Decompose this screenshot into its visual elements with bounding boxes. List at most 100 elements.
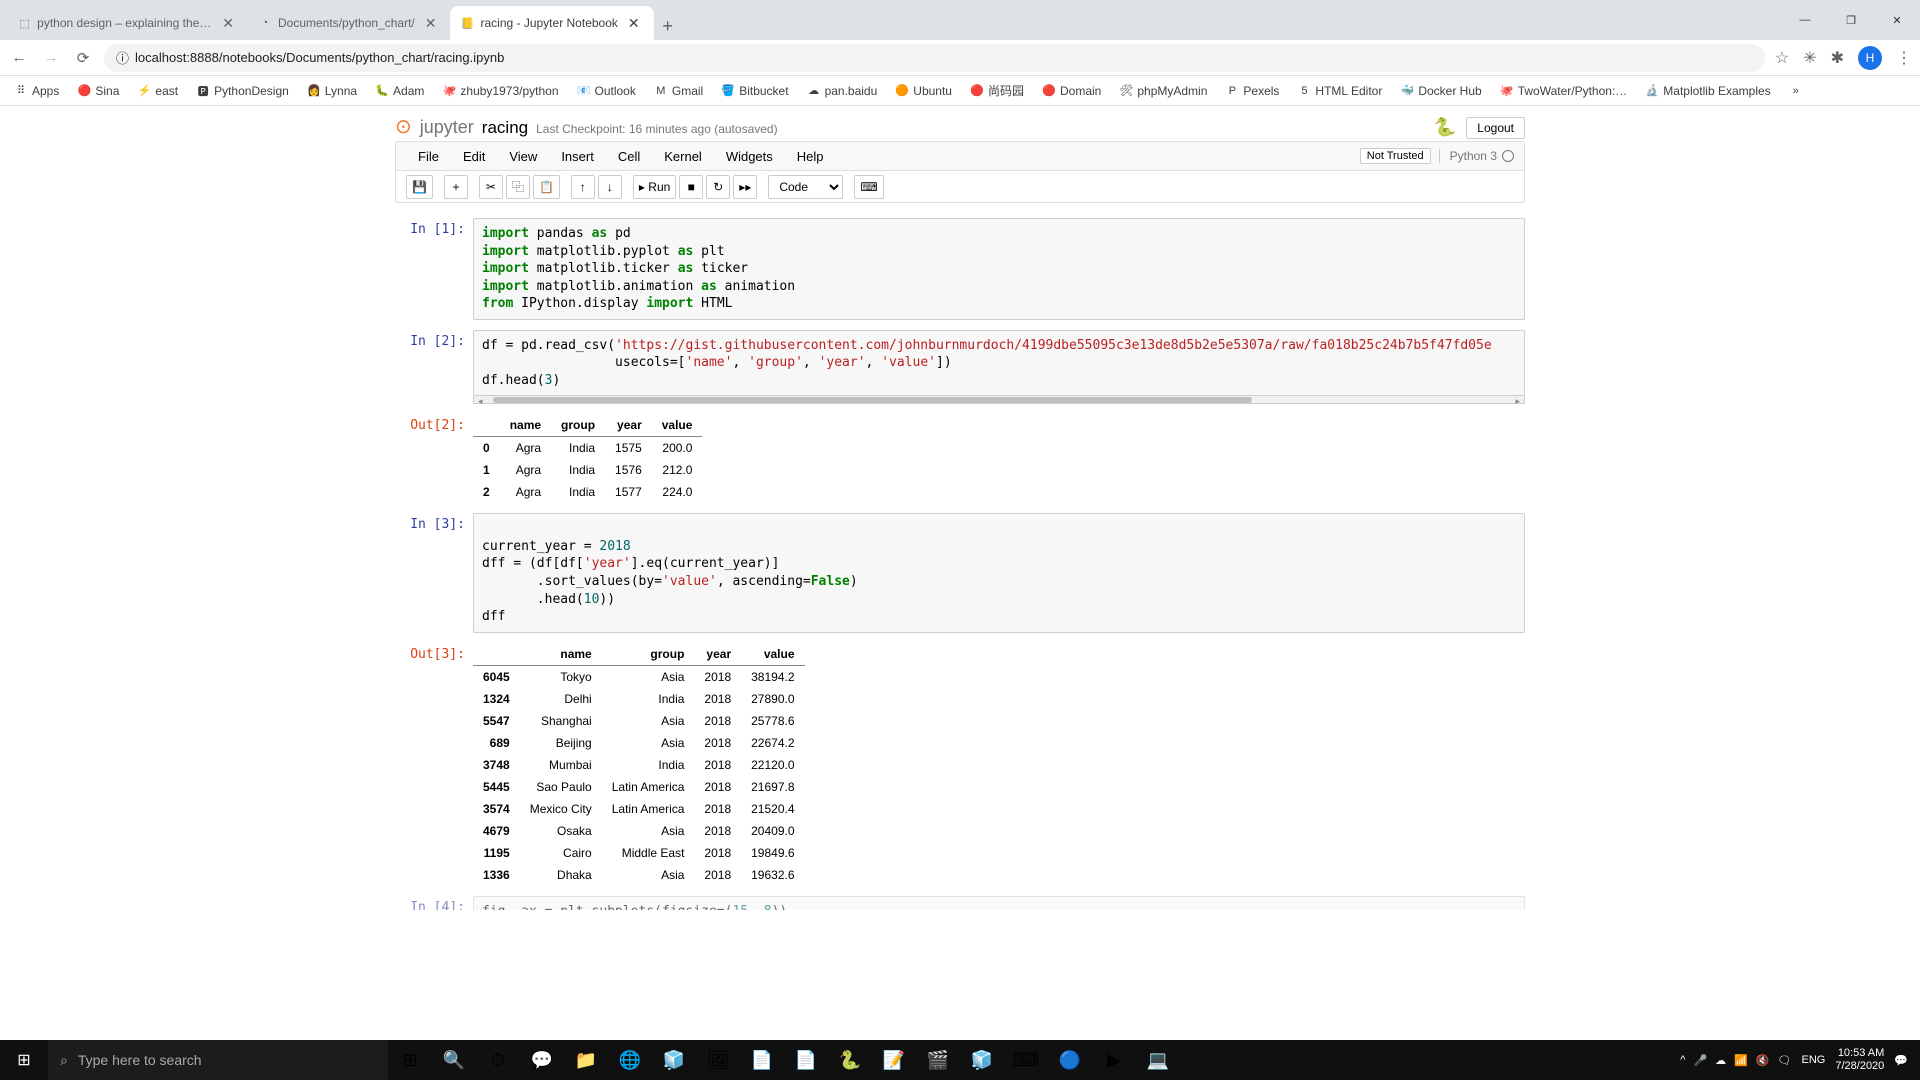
code-input[interactable]: import pandas as pd import matplotlib.py… <box>473 218 1525 320</box>
taskbar-app-icon[interactable]: 🐍 <box>828 1040 872 1080</box>
menu-widgets[interactable]: Widgets <box>714 145 785 168</box>
extension-icon[interactable]: ✱ <box>1831 48 1844 68</box>
taskbar-app-icon[interactable]: 🔵 <box>1048 1040 1092 1080</box>
bookmark-item[interactable]: 🟠Ubuntu <box>889 82 958 100</box>
menu-view[interactable]: View <box>497 145 549 168</box>
cell-2[interactable]: In [2]: df = pd.read_csv('https://gist.g… <box>395 330 1525 405</box>
window-close-button[interactable]: ✕ <box>1874 0 1920 40</box>
stop-button[interactable]: ■ <box>679 175 703 199</box>
notifications-icon[interactable]: 💬 <box>1894 1054 1908 1067</box>
forward-button[interactable]: → <box>40 49 62 66</box>
menu-file[interactable]: File <box>406 145 451 168</box>
trust-button[interactable]: Not Trusted <box>1360 148 1431 164</box>
taskbar-app-icon[interactable]: 🖼 <box>696 1040 740 1080</box>
bookmark-star-icon[interactable]: ☆ <box>1775 48 1789 68</box>
menu-cell[interactable]: Cell <box>606 145 652 168</box>
tray-icon[interactable]: ^ <box>1680 1054 1685 1067</box>
cell-1[interactable]: In [1]: import pandas as pd import matpl… <box>395 218 1525 320</box>
bookmark-item[interactable]: 🪣Bitbucket <box>715 82 794 100</box>
browser-tab-0[interactable]: ⬚ python design – explaining the w… ✕ <box>8 6 248 40</box>
taskbar-app-icon[interactable]: 📄 <box>740 1040 784 1080</box>
kernel-name[interactable]: Python 3 <box>1450 149 1497 163</box>
restart-button[interactable]: ↻ <box>706 175 730 199</box>
taskbar-app-icon[interactable]: 📝 <box>872 1040 916 1080</box>
taskbar-search[interactable]: ⌕ Type here to search <box>48 1040 388 1080</box>
menu-help[interactable]: Help <box>785 145 836 168</box>
taskbar-app-icon[interactable]: 🧊 <box>960 1040 1004 1080</box>
minimize-button[interactable]: — <box>1782 0 1828 40</box>
bookmark-item[interactable]: 🐳Docker Hub <box>1394 82 1487 100</box>
bookmark-item[interactable]: 🔴尚码园 <box>964 80 1030 101</box>
move-down-button[interactable]: ↓ <box>598 175 622 199</box>
notebook-title[interactable]: racing <box>482 118 528 138</box>
bookmark-item[interactable]: ☁pan.baidu <box>801 82 884 100</box>
back-button[interactable]: ← <box>8 49 30 66</box>
cell-3[interactable]: In [3]: current_year = 2018 dff = (df[df… <box>395 513 1525 632</box>
add-cell-button[interactable]: + <box>444 175 468 199</box>
bookmark-item[interactable]: MGmail <box>648 82 709 100</box>
extension-icon[interactable]: ✳ <box>1803 48 1816 68</box>
taskbar-app-icon[interactable]: 💬 <box>520 1040 564 1080</box>
maximize-button[interactable]: ❐ <box>1828 0 1874 40</box>
reload-button[interactable]: ⟳ <box>72 49 94 67</box>
bookmark-item[interactable]: » <box>1783 82 1813 100</box>
taskbar-app-icon[interactable]: 📄 <box>784 1040 828 1080</box>
cut-button[interactable]: ✂ <box>479 175 503 199</box>
start-button[interactable]: ⊞ <box>0 1040 48 1080</box>
bookmark-item[interactable]: 🛠phpMyAdmin <box>1113 82 1213 100</box>
tray-icon[interactable]: 📶 <box>1734 1054 1748 1067</box>
browser-tab-1[interactable]: ◔ Documents/python_chart/ ✕ <box>248 6 450 40</box>
language-indicator[interactable]: ENG <box>1802 1054 1826 1066</box>
bookmark-item[interactable]: ⚡east <box>131 82 184 100</box>
taskbar-app-icon[interactable]: ⌨ <box>1004 1040 1048 1080</box>
tray-icon[interactable]: 🔇 <box>1756 1054 1770 1067</box>
browser-tab-2[interactable]: 📒 racing - Jupyter Notebook ✕ <box>450 6 653 40</box>
bookmark-item[interactable]: 5HTML Editor <box>1291 82 1388 100</box>
command-palette-button[interactable]: ⌨ <box>854 175 883 199</box>
cell-type-select[interactable]: Code <box>768 175 843 199</box>
copy-button[interactable]: ⿻ <box>506 175 530 199</box>
taskbar-app-icon[interactable]: 🎬 <box>916 1040 960 1080</box>
chrome-menu-icon[interactable]: ⋮ <box>1896 48 1912 68</box>
tray-icon[interactable]: 🗨 <box>1778 1054 1792 1067</box>
tray-icon[interactable]: 🎤 <box>1693 1054 1707 1067</box>
close-icon[interactable]: ✕ <box>624 13 644 34</box>
profile-avatar[interactable]: H <box>1858 46 1882 70</box>
code-input[interactable]: df = pd.read_csv('https://gist.githubuse… <box>473 330 1525 397</box>
bookmark-item[interactable]: 🔴Sina <box>71 82 125 100</box>
paste-button[interactable]: 📋 <box>533 175 560 199</box>
taskbar-clock[interactable]: 10:53 AM 7/28/2020 <box>1835 1047 1884 1073</box>
bookmark-item[interactable]: 📧Outlook <box>571 82 642 100</box>
site-info-icon[interactable]: ⓘ <box>116 48 129 67</box>
bookmark-item[interactable]: 👩Lynna <box>301 82 363 100</box>
h-scrollbar[interactable]: ◂▸ <box>473 396 1525 404</box>
bookmark-item[interactable]: ⠿Apps <box>8 82 65 100</box>
code-input[interactable]: fig, ax = plt.subplots(figsize=(15, 8)) <box>473 896 1525 910</box>
taskbar-app-icon[interactable]: 🌐 <box>608 1040 652 1080</box>
code-input[interactable]: current_year = 2018 dff = (df[df['year']… <box>473 513 1525 632</box>
taskbar-app-icon[interactable]: ⏱ <box>476 1040 520 1080</box>
menu-kernel[interactable]: Kernel <box>652 145 714 168</box>
menu-insert[interactable]: Insert <box>549 145 606 168</box>
taskbar-app-icon[interactable]: 🔍 <box>432 1040 476 1080</box>
url-input[interactable]: ⓘ localhost:8888/notebooks/Documents/pyt… <box>104 44 1765 72</box>
bookmark-item[interactable]: 🔴Domain <box>1036 82 1107 100</box>
run-button[interactable]: ▸ Run <box>633 175 676 199</box>
close-icon[interactable]: ✕ <box>421 13 441 34</box>
logout-button[interactable]: Logout <box>1466 117 1525 139</box>
cell-4[interactable]: In [4]: fig, ax = plt.subplots(figsize=(… <box>395 896 1525 910</box>
taskbar-app-icon[interactable]: 🧊 <box>652 1040 696 1080</box>
taskbar-app-icon[interactable]: ⊞ <box>388 1040 432 1080</box>
bookmark-item[interactable]: 🅿PythonDesign <box>190 82 295 100</box>
tray-icon[interactable]: ☁ <box>1715 1054 1726 1067</box>
menu-edit[interactable]: Edit <box>451 145 497 168</box>
taskbar-app-icon[interactable]: 💻 <box>1136 1040 1180 1080</box>
bookmark-item[interactable]: 🐙zhuby1973/python <box>436 82 564 100</box>
new-tab-button[interactable]: + <box>654 12 682 40</box>
bookmark-item[interactable]: PPexels <box>1219 82 1285 100</box>
bookmark-item[interactable]: 🐙TwoWater/Python:… <box>1494 82 1634 100</box>
taskbar-app-icon[interactable]: 📁 <box>564 1040 608 1080</box>
run-all-button[interactable]: ▸▸ <box>733 175 757 199</box>
taskbar-app-icon[interactable]: ▶ <box>1092 1040 1136 1080</box>
save-button[interactable]: 💾 <box>406 175 433 199</box>
